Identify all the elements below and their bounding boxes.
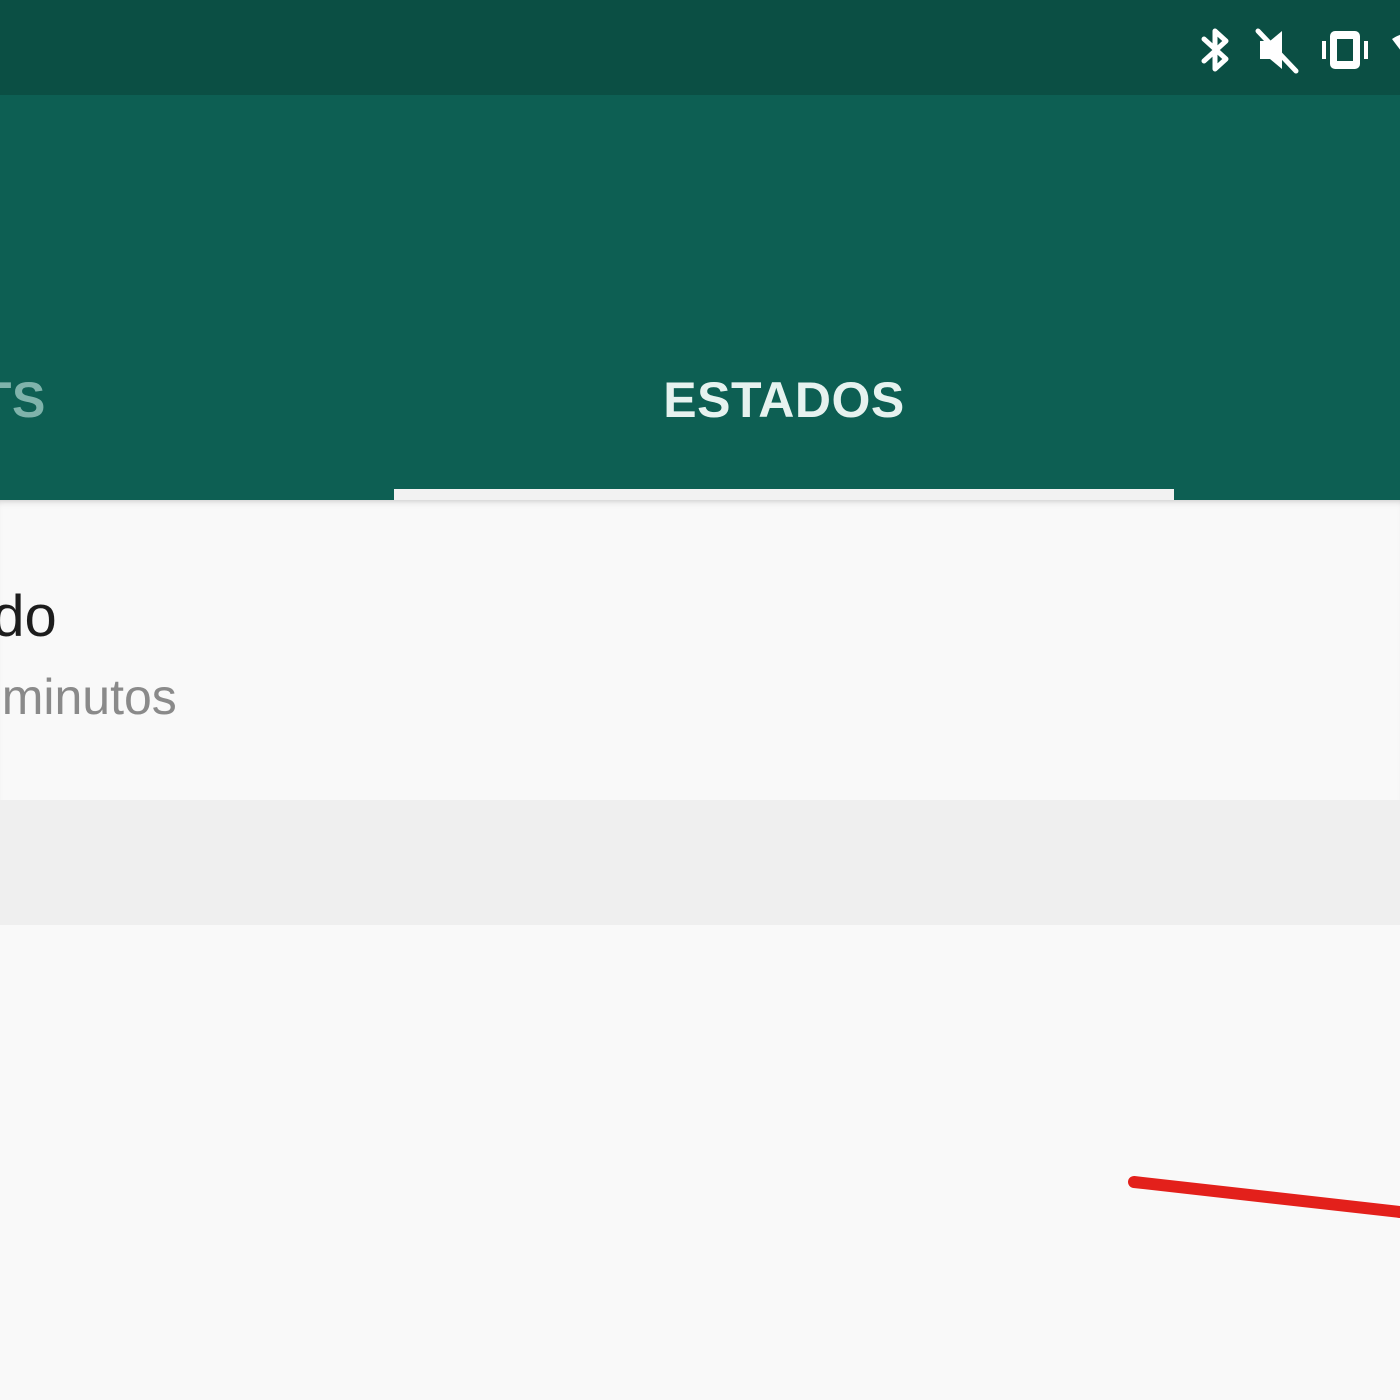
- tab-chats-label: ATS: [0, 372, 46, 428]
- wifi-icon: [1390, 25, 1400, 75]
- tab-estados-label: ESTADOS: [663, 372, 905, 428]
- bluetooth-icon: [1198, 25, 1232, 75]
- mute-icon: [1254, 25, 1300, 75]
- status-bar: [0, 0, 1400, 95]
- app-bar: [0, 95, 1400, 500]
- my-status-subtitle: 5 minutos: [0, 669, 177, 725]
- my-status-title: ado: [0, 584, 57, 649]
- tab-estados[interactable]: ESTADOS: [394, 375, 1174, 425]
- annotation-arrow-line: [1128, 1176, 1400, 1218]
- my-status-row[interactable]: ado 5 minutos: [0, 500, 1400, 800]
- vibrate-icon: [1322, 25, 1368, 75]
- status-item-time: 29: [0, 1095, 2, 1151]
- annotation-arrow: [1128, 1176, 1400, 1218]
- section-header: [0, 800, 1400, 925]
- tab-chats[interactable]: ATS: [0, 375, 46, 425]
- status-icons: [1198, 22, 1400, 78]
